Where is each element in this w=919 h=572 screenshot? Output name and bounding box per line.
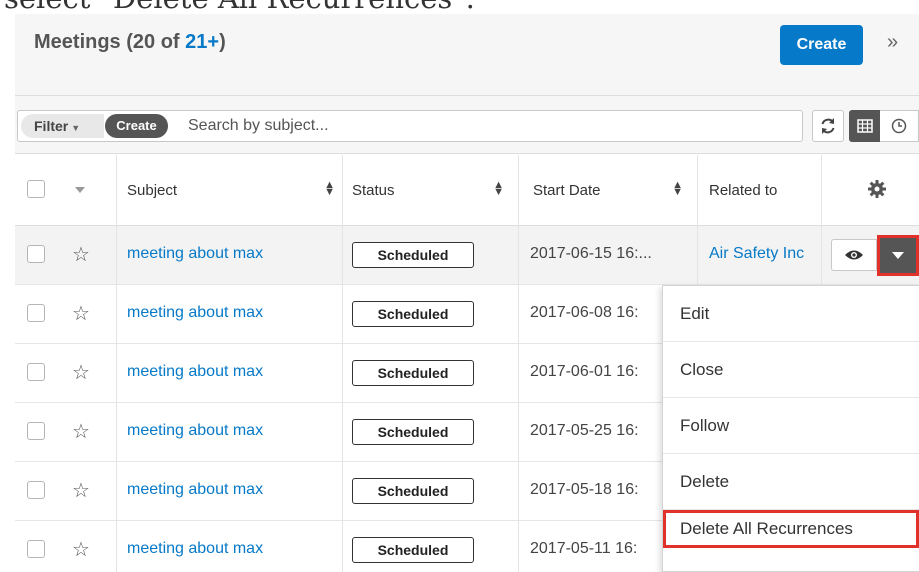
favorite-star-icon[interactable]: ☆ <box>72 360 90 385</box>
start-date: 2017-05-11 16: <box>530 540 638 557</box>
column-divider <box>518 155 519 572</box>
column-label: Subject <box>127 181 178 199</box>
activity-stream-button[interactable] <box>880 110 919 142</box>
table-row[interactable]: ☆ meeting about max Scheduled 2017-06-15… <box>15 226 919 285</box>
column-header-subject[interactable]: Subject ▲ ▼ <box>127 155 349 225</box>
status-badge: Scheduled <box>352 360 474 386</box>
select-all-checkbox[interactable] <box>27 180 45 198</box>
sort-icon: ▲ ▼ <box>493 179 504 198</box>
sort-icon: ▲ ▼ <box>324 179 335 198</box>
favorite-star-icon[interactable]: ☆ <box>72 242 90 267</box>
column-settings-gear-icon[interactable] <box>867 179 887 204</box>
table-icon <box>856 119 873 133</box>
status-badge: Scheduled <box>352 478 474 504</box>
page-title: Meetings (20 of 21+) <box>34 31 226 54</box>
record-count-link[interactable]: 21+ <box>185 31 219 53</box>
column-label: Start Date <box>533 181 601 199</box>
preview-button[interactable] <box>831 239 877 271</box>
start-date: 2017-06-15 16:... <box>530 245 652 262</box>
favorite-star-icon[interactable]: ☆ <box>72 478 90 503</box>
column-header-status[interactable]: Status ▲ ▼ <box>352 155 518 225</box>
mass-actions-caret-icon[interactable] <box>75 187 85 193</box>
clock-icon <box>891 118 907 134</box>
status-badge: Scheduled <box>352 242 474 268</box>
favorite-star-icon[interactable]: ☆ <box>72 301 90 326</box>
sort-icon: ▲ ▼ <box>672 179 683 198</box>
row-checkbox[interactable] <box>27 363 45 381</box>
title-close: ) <box>219 31 226 53</box>
menu-item-delete[interactable]: Delete <box>663 454 919 510</box>
eye-icon <box>845 250 863 260</box>
menu-item-delete-all-recurrences[interactable]: Delete All Recurrences <box>663 510 919 548</box>
subject-link[interactable]: meeting about max <box>127 304 263 322</box>
refresh-button[interactable] <box>812 110 844 142</box>
subject-link[interactable]: meeting about max <box>127 363 263 381</box>
refresh-icon <box>821 118 835 134</box>
column-divider <box>116 155 117 572</box>
column-divider <box>342 155 343 572</box>
start-date: 2017-06-08 16: <box>530 304 639 321</box>
caret-down-icon: ▼ <box>71 123 81 133</box>
subject-link[interactable]: meeting about max <box>127 422 263 440</box>
caret-down-icon <box>892 252 904 259</box>
column-label: Related to <box>709 181 778 199</box>
list-header: Meetings (20 of 21+) Create » <box>15 14 919 96</box>
search-input[interactable] <box>188 115 688 137</box>
row-checkbox[interactable] <box>27 422 45 440</box>
row-actions-menu: Edit Close Follow Delete Delete All Recu… <box>662 285 919 572</box>
column-header-start-date[interactable]: Start Date ▲ ▼ <box>533 155 697 225</box>
menu-item-edit[interactable]: Edit <box>663 286 919 342</box>
related-to-link[interactable]: Air Safety Inc <box>709 245 821 263</box>
search-box: Filter ▼ Create <box>17 110 803 142</box>
collapse-pane-icon[interactable]: » <box>887 31 898 54</box>
favorite-star-icon[interactable]: ☆ <box>72 419 90 444</box>
create-filter-button[interactable]: Create <box>105 114 168 138</box>
favorite-star-icon[interactable]: ☆ <box>72 537 90 562</box>
status-badge: Scheduled <box>352 537 474 563</box>
start-date: 2017-05-18 16: <box>530 481 639 498</box>
subject-link[interactable]: meeting about max <box>127 540 263 558</box>
title-text: Meetings (20 of <box>34 31 186 53</box>
filter-dropdown[interactable]: Filter ▼ <box>21 114 104 138</box>
status-badge: Scheduled <box>352 301 474 327</box>
list-view-button[interactable] <box>849 110 880 142</box>
filter-label: Filter <box>34 118 69 134</box>
create-button[interactable]: Create <box>780 25 863 65</box>
start-date: 2017-05-25 16: <box>530 422 639 439</box>
start-date: 2017-06-01 16: <box>530 363 639 380</box>
table-header: Subject ▲ ▼ Status ▲ ▼ Start Date ▲ ▼ Related … <box>15 155 919 226</box>
row-actions-dropdown-button[interactable] <box>877 235 919 276</box>
subject-link[interactable]: meeting about max <box>127 481 263 499</box>
status-badge: Scheduled <box>352 419 474 445</box>
filter-bar: Filter ▼ Create <box>15 96 919 154</box>
menu-item-follow[interactable]: Follow <box>663 398 919 454</box>
row-checkbox[interactable] <box>27 245 45 263</box>
menu-item-close[interactable]: Close <box>663 342 919 398</box>
row-checkbox[interactable] <box>27 540 45 558</box>
subject-link[interactable]: meeting about max <box>127 245 263 263</box>
column-label: Status <box>352 181 395 199</box>
row-checkbox[interactable] <box>27 481 45 499</box>
row-checkbox[interactable] <box>27 304 45 322</box>
column-header-related-to[interactable]: Related to <box>709 155 819 225</box>
